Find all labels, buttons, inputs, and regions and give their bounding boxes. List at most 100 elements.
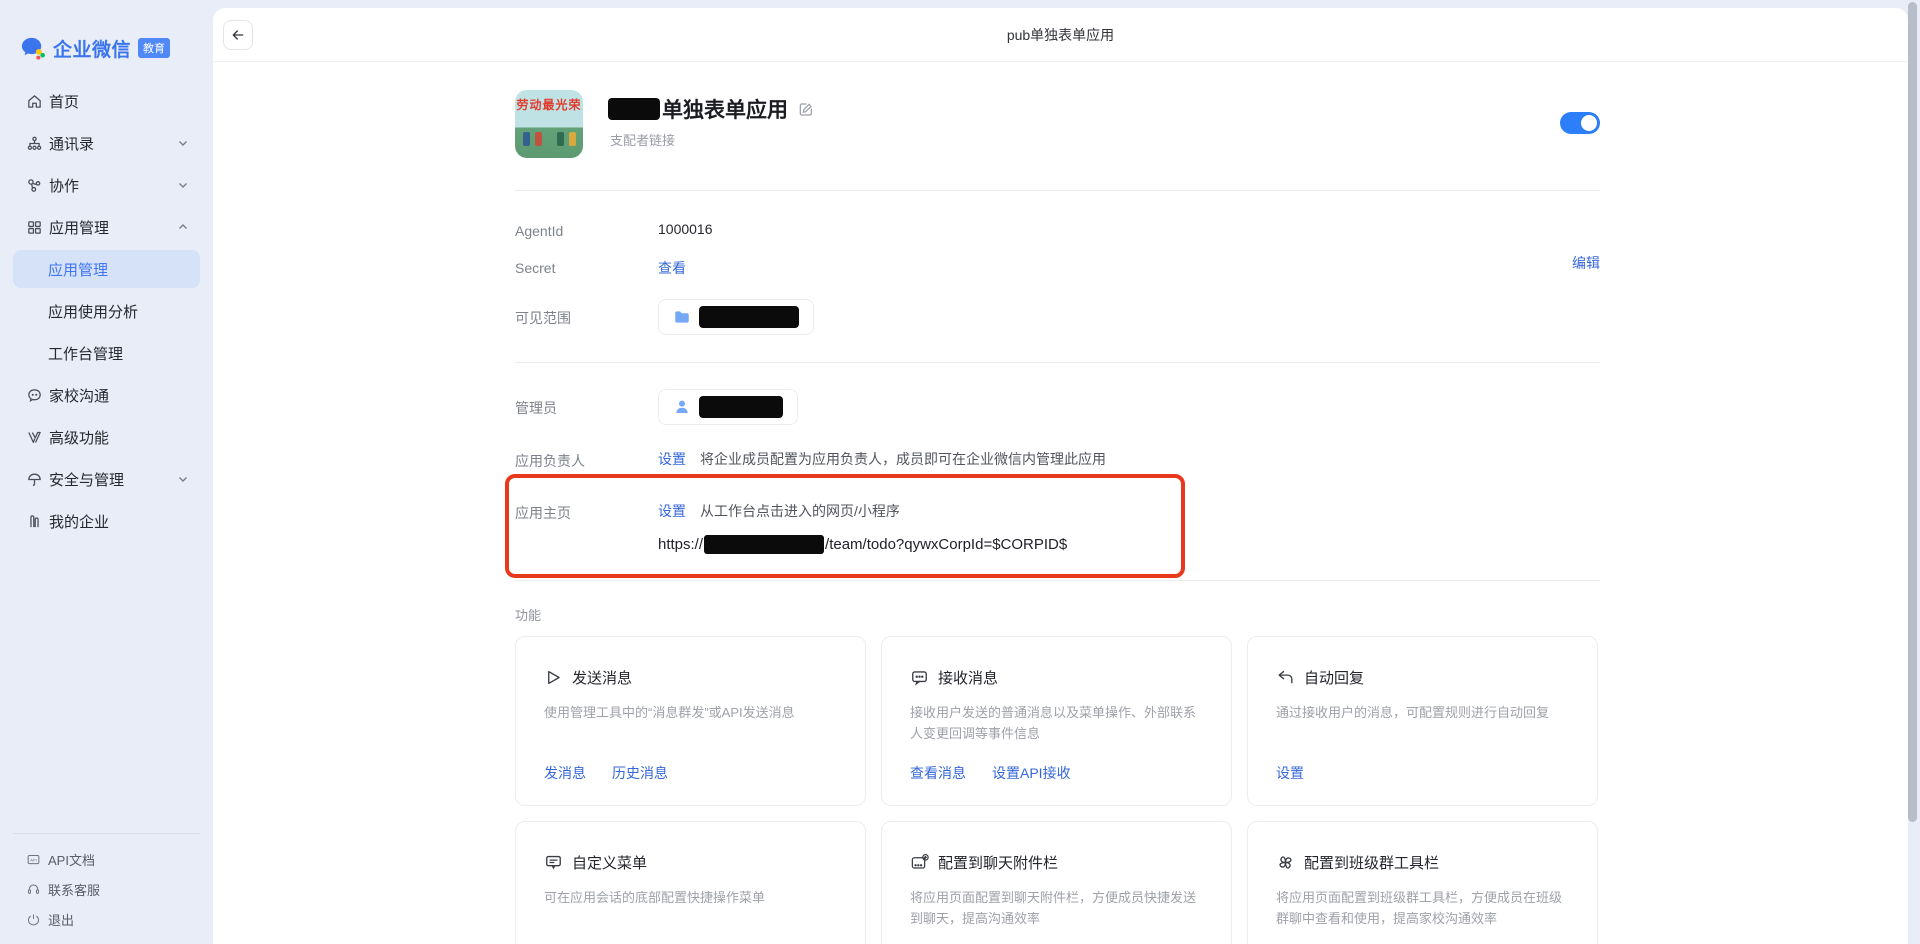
auto-reply-set-link[interactable]: 设置 bbox=[1276, 763, 1304, 783]
custom-menu-icon bbox=[544, 853, 563, 872]
home-description: 从工作台点击进入的网页/小程序 bbox=[700, 501, 900, 521]
feature-cards: 发送消息 使用管理工具中的“消息群发”或API发送消息 发消息 历史消息 接收消… bbox=[515, 636, 1600, 944]
sidebar-nav: 首页 通讯录 协作 应用管理 应用管理 应用使用分析 工作台管理 家校沟通 bbox=[0, 80, 213, 542]
apps-grid-icon bbox=[26, 219, 43, 236]
app-enabled-toggle[interactable] bbox=[1560, 112, 1600, 134]
app-logo: 企业微信 教育 bbox=[0, 0, 213, 66]
collaboration-icon bbox=[26, 177, 43, 194]
logo-text: 企业微信 bbox=[53, 35, 131, 62]
chevron-down-icon bbox=[177, 137, 189, 149]
set-api-receive-link[interactable]: 设置API接收 bbox=[992, 763, 1071, 783]
class-toolbar-icon bbox=[1276, 853, 1295, 872]
chevron-down-icon bbox=[177, 473, 189, 485]
section-divider bbox=[515, 362, 1600, 363]
redacted-app-name-prefix bbox=[608, 98, 660, 120]
card-auto-reply: 自动回复 通过接收用户的消息，可配置规则进行自动回复 设置 bbox=[1247, 636, 1598, 806]
vertical-scrollbar[interactable] bbox=[1908, 2, 1917, 822]
card-description: 接收用户发送的普通消息以及菜单操作、外部联系人变更回调等事件信息 bbox=[910, 702, 1203, 745]
sidebar-item-home-school[interactable]: 家校沟通 bbox=[0, 374, 213, 416]
folder-icon bbox=[673, 308, 691, 326]
card-description: 使用管理工具中的“消息群发”或API发送消息 bbox=[544, 702, 837, 723]
view-message-link[interactable]: 查看消息 bbox=[910, 763, 966, 783]
sidebar-item-label: 协作 bbox=[49, 175, 79, 196]
card-title: 配置到班级群工具栏 bbox=[1304, 852, 1439, 873]
sidebar-item-app-management-sub[interactable]: 应用管理 bbox=[13, 250, 200, 288]
url-prefix: https:// bbox=[658, 536, 703, 553]
owner-set-link[interactable]: 设置 bbox=[658, 449, 686, 469]
app-subtitle: 支配者链接 bbox=[610, 130, 675, 149]
sidebar-item-collaboration[interactable]: 协作 bbox=[0, 164, 213, 206]
admin-row: 管理员 bbox=[515, 389, 1600, 425]
contacts-icon bbox=[26, 135, 43, 152]
owner-description: 将企业成员配置为应用负责人，成员即可在企业微信内管理此应用 bbox=[700, 449, 1106, 469]
section-divider bbox=[515, 580, 1600, 581]
headset-icon bbox=[26, 882, 41, 897]
card-chat-attachment-bar: 配置到聊天附件栏 将应用页面配置到聊天附件栏，方便成员快捷发送到聊天，提高沟通效… bbox=[881, 821, 1232, 944]
company-icon bbox=[26, 513, 43, 530]
sidebar-item-my-company[interactable]: 我的企业 bbox=[0, 500, 213, 542]
card-send-message: 发送消息 使用管理工具中的“消息群发”或API发送消息 发消息 历史消息 bbox=[515, 636, 866, 806]
history-message-link[interactable]: 历史消息 bbox=[612, 763, 668, 783]
auto-reply-icon bbox=[1276, 668, 1295, 687]
arrow-left-icon bbox=[230, 27, 246, 43]
card-description: 将应用页面配置到班级群工具栏，方便成员在班级群聊中查看和使用，提高家校沟通效率 bbox=[1276, 887, 1569, 930]
wecom-logo-icon bbox=[20, 35, 47, 62]
redacted-url-domain bbox=[704, 535, 824, 554]
card-title: 发送消息 bbox=[572, 667, 632, 688]
sidebar: 企业微信 教育 首页 通讯录 协作 应用管理 应用管理 应用使用分析 bbox=[0, 0, 213, 944]
back-button[interactable] bbox=[223, 20, 253, 50]
sidebar-item-contact-support[interactable]: 联系客服 bbox=[0, 874, 213, 904]
sidebar-item-label: 应用管理 bbox=[49, 217, 109, 238]
app-icon-caption: 劳动最光荣 bbox=[515, 96, 583, 113]
sidebar-item-label: 联系客服 bbox=[48, 880, 100, 899]
admin-label: 管理员 bbox=[515, 389, 658, 418]
app-icon: 劳动最光荣 bbox=[515, 90, 583, 158]
detail-rows: AgentId 1000016 编辑 Secret 查看 可见范围 管理员 bbox=[515, 221, 1600, 944]
sidebar-item-home[interactable]: 首页 bbox=[0, 80, 213, 122]
app-home-url: https:// /team/todo?qywxCorpId=$CORPID$ bbox=[658, 535, 1600, 554]
edit-name-icon[interactable] bbox=[798, 101, 814, 117]
app-owner-label: 应用负责人 bbox=[515, 449, 658, 471]
sidebar-item-api-docs[interactable]: API API文档 bbox=[0, 844, 213, 874]
sidebar-item-app-management[interactable]: 应用管理 bbox=[0, 206, 213, 248]
sidebar-item-label: API文档 bbox=[48, 850, 95, 869]
receive-message-icon bbox=[910, 668, 929, 687]
url-suffix: /team/todo?qywxCorpId=$CORPID$ bbox=[825, 536, 1067, 553]
admin-chip[interactable] bbox=[658, 389, 798, 425]
chat-bubble-icon bbox=[26, 387, 43, 404]
sidebar-item-label: 高级功能 bbox=[49, 427, 109, 448]
send-message-icon bbox=[544, 668, 563, 687]
sidebar-item-workbench-management[interactable]: 工作台管理 bbox=[0, 332, 213, 374]
sidebar-item-label: 我的企业 bbox=[49, 511, 109, 532]
home-set-link[interactable]: 设置 bbox=[658, 501, 686, 521]
sidebar-item-label: 应用使用分析 bbox=[48, 301, 138, 322]
visible-scope-chip[interactable] bbox=[658, 299, 814, 335]
secret-row: Secret 查看 bbox=[515, 258, 1600, 278]
sidebar-item-logout[interactable]: 退出 bbox=[0, 904, 213, 934]
sidebar-item-label: 应用管理 bbox=[48, 259, 108, 280]
send-message-link[interactable]: 发消息 bbox=[544, 763, 586, 783]
power-icon bbox=[26, 912, 41, 927]
card-title: 配置到聊天附件栏 bbox=[938, 852, 1058, 873]
edit-link[interactable]: 编辑 bbox=[1572, 253, 1600, 273]
card-description: 可在应用会话的底部配置快捷操作菜单 bbox=[544, 887, 837, 908]
toggle-knob bbox=[1581, 115, 1597, 131]
sidebar-item-security-management[interactable]: 安全与管理 bbox=[0, 458, 213, 500]
sidebar-item-label: 家校沟通 bbox=[49, 385, 109, 406]
sidebar-item-label: 首页 bbox=[49, 91, 79, 112]
sidebar-item-label: 退出 bbox=[48, 910, 74, 929]
secret-label: Secret bbox=[515, 258, 658, 276]
sidebar-item-label: 通讯录 bbox=[49, 133, 94, 154]
card-custom-menu: 自定义菜单 可在应用会话的底部配置快捷操作菜单 设置 bbox=[515, 821, 866, 944]
sidebar-item-contacts[interactable]: 通讯录 bbox=[0, 122, 213, 164]
sidebar-item-label: 工作台管理 bbox=[48, 343, 123, 364]
umbrella-icon bbox=[26, 471, 43, 488]
secret-view-link[interactable]: 查看 bbox=[658, 258, 686, 278]
sidebar-item-app-usage-analysis[interactable]: 应用使用分析 bbox=[0, 290, 213, 332]
home-icon bbox=[26, 93, 43, 110]
edu-badge: 教育 bbox=[138, 38, 170, 58]
content-area: 劳动最光荣 单独表单应用 支配者链接 AgentId 1000016 编辑 Se… bbox=[515, 62, 1600, 944]
advanced-features-icon bbox=[26, 429, 43, 446]
app-name: 单独表单应用 bbox=[662, 94, 788, 124]
sidebar-item-advanced-features[interactable]: 高级功能 bbox=[0, 416, 213, 458]
